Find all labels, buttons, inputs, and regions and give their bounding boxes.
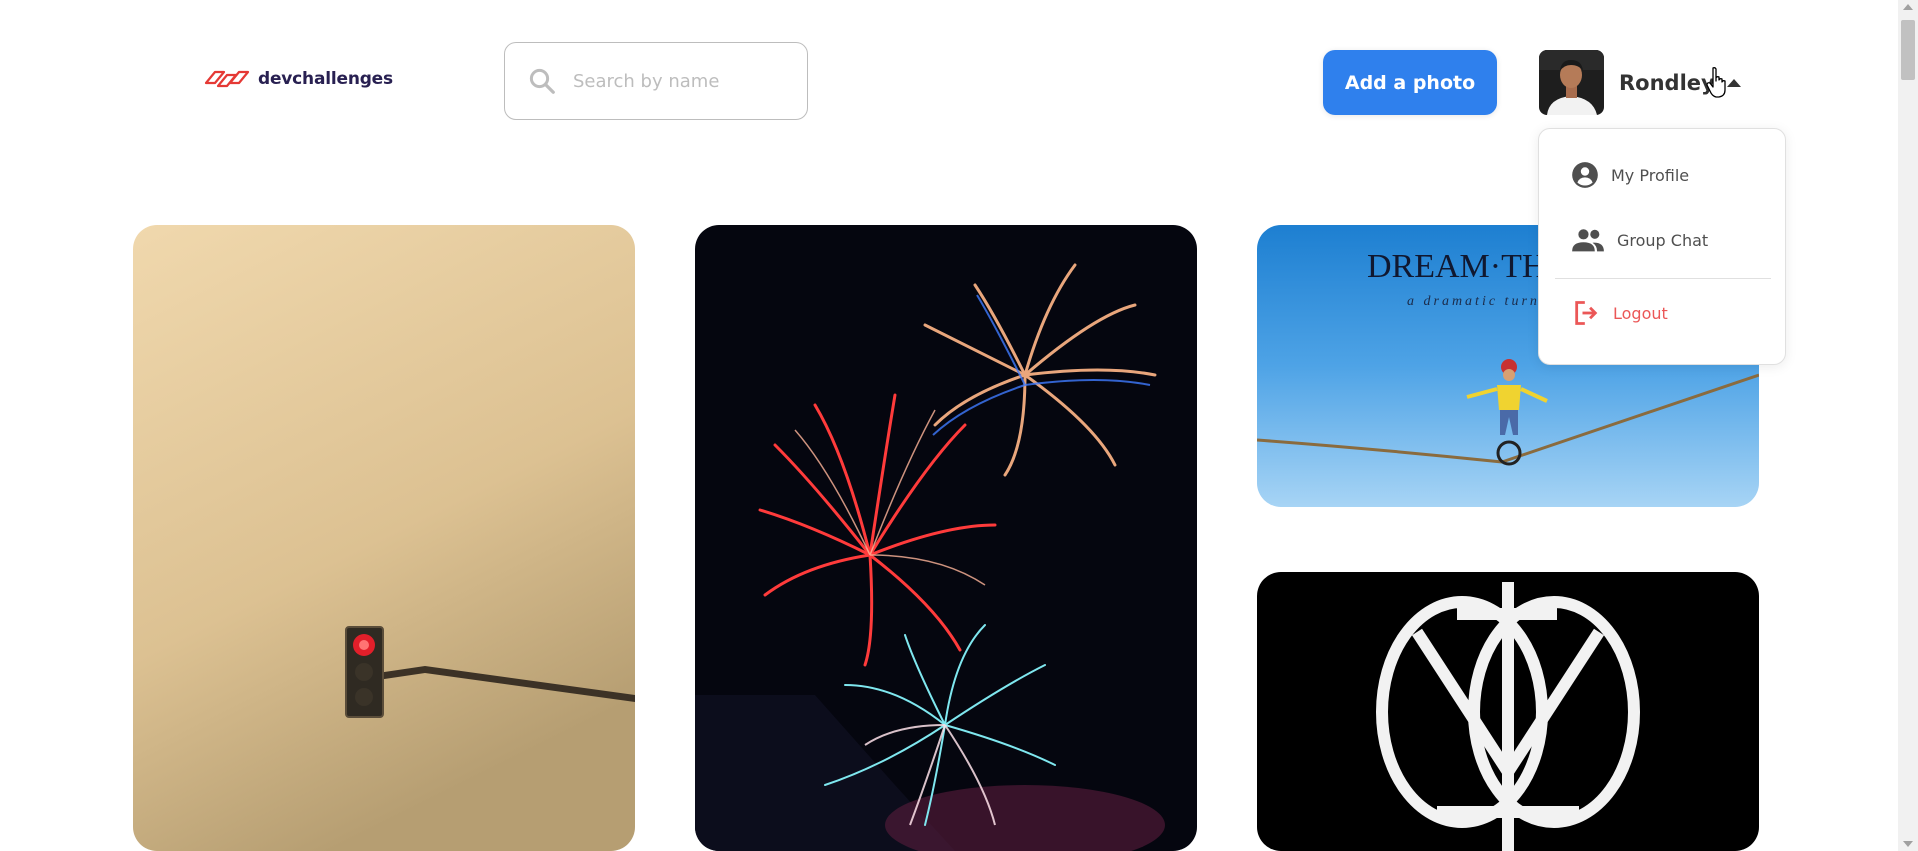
- fireworks-photo: [695, 225, 1197, 851]
- dropdown-item-logout[interactable]: Logout: [1571, 299, 1668, 327]
- traffic-light-photo: [133, 225, 635, 851]
- user-dropdown-menu: My Profile Group Chat Logout: [1538, 128, 1786, 365]
- search-box[interactable]: [504, 42, 808, 120]
- brand-name: devchallenges: [258, 69, 393, 89]
- dropdown-item-label: My Profile: [1611, 165, 1690, 185]
- album-subtitle-text: a dramatic turn: [1407, 294, 1540, 309]
- dropdown-divider: [1555, 278, 1771, 279]
- people-icon: [1572, 229, 1604, 252]
- scroll-thumb[interactable]: [1901, 20, 1915, 80]
- album-title-text: DREAM·TH: [1367, 248, 1546, 285]
- photo-card-traffic-light[interactable]: [133, 225, 635, 851]
- page-scrollbar[interactable]: [1898, 0, 1918, 851]
- dropdown-item-label: Logout: [1613, 303, 1668, 323]
- dropdown-item-my-profile[interactable]: My Profile: [1571, 161, 1689, 189]
- user-name: Rondley: [1619, 70, 1715, 95]
- hand-cursor-icon: [1706, 67, 1726, 98]
- logout-icon: [1575, 301, 1598, 325]
- search-icon: [529, 68, 555, 94]
- avatar[interactable]: [1539, 50, 1604, 115]
- scroll-up-icon[interactable]: [1903, 4, 1913, 10]
- photo-card-band-logo[interactable]: [1257, 572, 1759, 851]
- band-logo-photo: [1257, 572, 1759, 851]
- photo-card-fireworks[interactable]: [695, 225, 1197, 851]
- add-photo-button[interactable]: Add a photo: [1323, 50, 1497, 115]
- search-input[interactable]: [571, 69, 795, 93]
- dropdown-item-label: Group Chat: [1617, 230, 1709, 250]
- dropdown-item-group-chat[interactable]: Group Chat: [1571, 227, 1708, 253]
- devchallenges-logo-icon: [204, 70, 250, 88]
- account-circle-icon: [1572, 162, 1598, 188]
- scroll-down-icon[interactable]: [1903, 841, 1913, 847]
- brand-logo[interactable]: devchallenges: [202, 66, 393, 92]
